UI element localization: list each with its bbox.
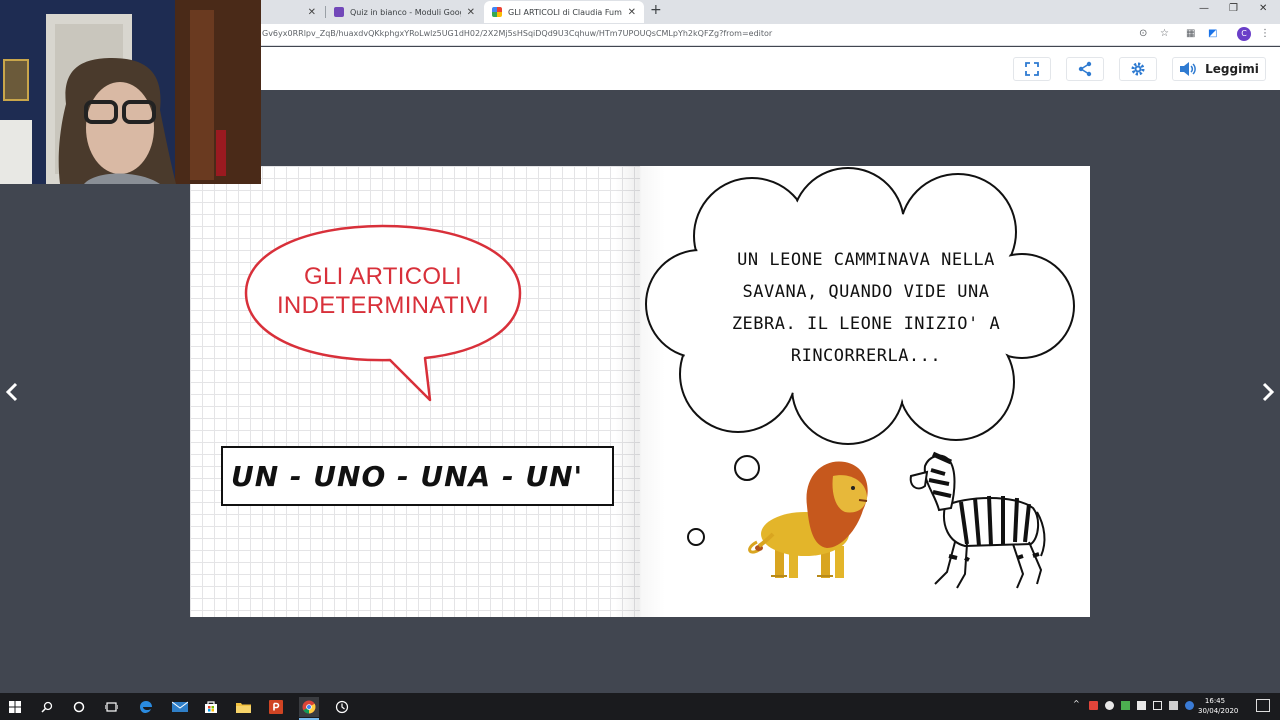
clock-time: 16:45 xyxy=(1204,697,1226,705)
bookmark-star-icon[interactable]: ☆ xyxy=(1160,28,1169,39)
volume-icon[interactable] xyxy=(1169,701,1178,710)
chrome-icon xyxy=(302,700,316,714)
windows-logo-icon xyxy=(9,701,21,713)
mail-icon xyxy=(172,701,188,712)
webcam-video xyxy=(0,0,261,184)
minimize-icon[interactable]: — xyxy=(1199,3,1209,14)
tab-1[interactable]: ✕ xyxy=(262,1,324,23)
story-text: UN LEONE CAMMINAVA NELLA SAVANA, QUANDO … xyxy=(690,244,1042,372)
lion-illustration xyxy=(748,461,868,578)
start-button[interactable] xyxy=(5,697,25,717)
powerpoint-icon xyxy=(269,700,283,714)
story-line-3: ZEBRA. IL LEONE INIZIO' A xyxy=(731,314,1001,334)
story-line-2: SAVANA, QUANDO VIDE UNA xyxy=(742,282,990,302)
network-icon[interactable] xyxy=(1137,701,1146,710)
extension-blue-icon[interactable]: ◩ xyxy=(1208,28,1217,39)
windows-taskbar: ^ 16:45 30/04/2020 xyxy=(0,693,1280,720)
new-tab-icon[interactable]: + xyxy=(650,2,662,18)
cortana-button[interactable] xyxy=(69,697,89,717)
url-field[interactable]: Gv6yx0RRlpv_ZqB/huaxdvQKkphgxYRoLwlz5UG1… xyxy=(262,29,772,38)
tab-quiz-moduli-google[interactable]: Quiz in bianco - Moduli Google ✕ xyxy=(326,1,483,23)
read-aloud-label: Leggimi xyxy=(1205,62,1259,76)
chrome-button[interactable] xyxy=(299,697,319,717)
close-window-icon[interactable]: ✕ xyxy=(1259,3,1267,14)
tab-label: Quiz in bianco - Moduli Google xyxy=(350,7,461,17)
tray-expand-icon[interactable]: ^ xyxy=(1073,699,1082,708)
book-creator-icon xyxy=(492,7,502,17)
articles-text: UN - UNO - UNA - UN' xyxy=(231,459,584,493)
tray-green-icon[interactable] xyxy=(1121,701,1130,710)
store-bag-icon xyxy=(205,701,217,713)
battery-icon[interactable] xyxy=(1153,701,1162,710)
next-page-button[interactable] xyxy=(1256,378,1280,406)
title-line-2: INDETERMINATIVI xyxy=(276,292,490,319)
file-explorer-button[interactable] xyxy=(233,697,253,717)
browser-menu-icon[interactable]: ⋮ xyxy=(1260,28,1270,39)
edge-icon xyxy=(140,701,152,713)
speaker-icon xyxy=(1180,62,1196,76)
search-button[interactable] xyxy=(37,697,57,717)
google-forms-icon xyxy=(334,7,344,17)
close-tab-icon[interactable]: ✕ xyxy=(467,7,475,18)
task-view-button[interactable] xyxy=(101,697,121,717)
cortana-circle-icon xyxy=(73,701,85,713)
zebra-illustration xyxy=(909,451,1046,589)
search-icon xyxy=(41,701,53,713)
location-icon[interactable]: ⊙ xyxy=(1139,28,1147,39)
close-tab-icon[interactable]: ✕ xyxy=(628,7,636,18)
profile-avatar[interactable]: C xyxy=(1237,27,1251,41)
task-view-icon xyxy=(104,702,118,712)
articles-box: UN - UNO - UNA - UN' xyxy=(221,446,614,506)
share-button[interactable] xyxy=(1066,57,1104,81)
tab-gli-articoli[interactable]: GLI ARTICOLI di Claudia Fumagalli ✕ xyxy=(484,1,644,23)
tray-blue-icon[interactable] xyxy=(1185,701,1194,710)
read-aloud-button[interactable]: Leggimi xyxy=(1172,57,1266,81)
fullscreen-icon xyxy=(1025,62,1039,76)
mail-button[interactable] xyxy=(170,697,190,717)
tray-app-icon[interactable] xyxy=(1089,701,1098,710)
story-line-4: RINCORRERLA... xyxy=(790,346,942,366)
chevron-left-icon xyxy=(5,382,18,402)
extension-icon[interactable]: ▦ xyxy=(1186,28,1195,39)
close-tab-icon[interactable]: ✕ xyxy=(308,7,316,18)
title-line-1: GLI ARTICOLI xyxy=(304,263,462,290)
settings-button[interactable] xyxy=(1119,57,1157,81)
system-clock[interactable]: 16:45 30/04/2020 xyxy=(1198,696,1239,716)
app-button[interactable] xyxy=(332,697,352,717)
clock-date: 30/04/2020 xyxy=(1198,707,1239,715)
gear-icon xyxy=(1131,62,1145,76)
share-icon xyxy=(1078,61,1092,77)
store-button[interactable] xyxy=(201,697,221,717)
previous-page-button[interactable] xyxy=(0,378,24,406)
fullscreen-button[interactable] xyxy=(1013,57,1051,81)
edge-button[interactable] xyxy=(136,697,156,717)
folder-icon xyxy=(235,703,251,713)
powerpoint-button[interactable] xyxy=(266,697,286,717)
page-title: GLI ARTICOLI INDETERMINATIVI xyxy=(246,226,520,356)
clock-app-icon xyxy=(335,700,349,714)
chevron-right-icon xyxy=(1262,382,1275,402)
notifications-icon[interactable] xyxy=(1256,699,1270,712)
tab-label: GLI ARTICOLI di Claudia Fumagalli xyxy=(508,7,622,17)
restore-icon[interactable]: ❐ xyxy=(1229,3,1238,14)
story-line-1: UN LEONE CAMMINAVA NELLA xyxy=(737,250,995,270)
onedrive-cloud-icon[interactable] xyxy=(1105,701,1114,710)
webcam-overlay xyxy=(0,0,261,184)
